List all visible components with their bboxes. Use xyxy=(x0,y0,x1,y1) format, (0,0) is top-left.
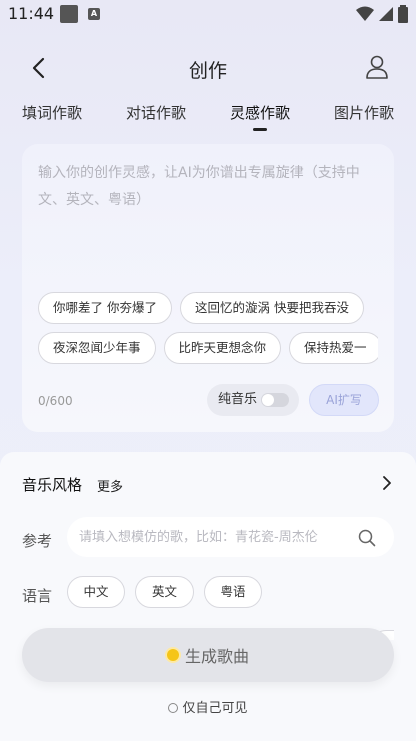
generate-song-button[interactable]: 生成歌曲 xyxy=(22,628,394,682)
tab-inspiration[interactable]: 灵感作歌 xyxy=(230,102,290,123)
status-icons xyxy=(356,5,408,23)
page-title: 创作 xyxy=(188,60,227,82)
sparkle-icon xyxy=(166,649,179,661)
tab-image[interactable]: 图片作歌 xyxy=(334,102,394,123)
private-visibility-option[interactable]: 仅自己可见 xyxy=(0,697,416,716)
tab-fill-lyrics[interactable]: 填词作歌 xyxy=(22,102,82,123)
language-label: 语言 xyxy=(22,587,53,605)
suggestion-chip[interactable]: 这回忆的漩涡 快要把我吞没 xyxy=(179,292,364,324)
creation-tabs: 填词作歌 对话作歌 灵感作歌 图片作歌 xyxy=(0,102,416,134)
header: 创作 xyxy=(0,48,416,88)
suggestion-chip[interactable]: 夜深忽闻少年事 xyxy=(38,332,156,364)
status-time: 11:44 xyxy=(8,4,55,23)
active-tab-indicator xyxy=(253,128,267,131)
private-label: 仅自己可见 xyxy=(182,701,248,716)
status-bar: 11:44 A xyxy=(0,0,416,30)
radio-icon[interactable] xyxy=(168,703,179,713)
pure-music-toggle[interactable]: 纯音乐 xyxy=(207,384,299,416)
reference-song-input[interactable] xyxy=(67,517,394,557)
tab-dialog[interactable]: 对话作歌 xyxy=(126,102,186,123)
char-counter: 0/600 xyxy=(38,394,73,408)
app-notification-icon: A xyxy=(88,8,100,20)
chevron-right-icon[interactable] xyxy=(382,476,392,490)
notification-icon xyxy=(60,5,78,23)
user-profile-icon[interactable] xyxy=(364,54,390,80)
pure-music-label: 纯音乐 xyxy=(218,392,258,407)
inspiration-card: 输入你的创作灵感，让AI为你谱出专属旋律（支持中文、英文、粤语） 你哪差了 你夯… xyxy=(22,144,394,432)
language-option-english[interactable]: 英文 xyxy=(135,576,194,608)
inspiration-input[interactable]: 输入你的创作灵感，让AI为你谱出专属旋律（支持中文、英文、粤语） xyxy=(38,160,378,214)
suggestion-chip[interactable]: 你哪差了 你夯爆了 xyxy=(38,292,172,324)
suggestion-chips-row-2: 夜深忽闻少年事 比昨天更想念你 保持热爱一 xyxy=(38,332,378,366)
toggle-switch[interactable] xyxy=(261,393,289,407)
wifi-icon xyxy=(356,6,374,21)
reference-label: 参考 xyxy=(22,532,53,550)
generate-label: 生成歌曲 xyxy=(184,647,249,666)
more-styles-link[interactable]: 更多 xyxy=(97,476,123,495)
ai-expand-button[interactable]: AI扩写 xyxy=(309,384,379,416)
language-option-cantonese[interactable]: 粤语 xyxy=(204,576,262,608)
search-icon[interactable] xyxy=(358,529,376,547)
music-style-title: 音乐风格 xyxy=(22,476,83,494)
suggestion-chip[interactable]: 保持热爱一 xyxy=(289,332,378,364)
signal-icon xyxy=(379,7,393,21)
suggestion-chips-row-1: 你哪差了 你夯爆了 这回忆的漩涡 快要把我吞没 xyxy=(38,292,378,326)
language-option-chinese[interactable]: 中文 xyxy=(67,576,125,608)
suggestion-chip[interactable]: 比昨天更想念你 xyxy=(163,332,282,364)
battery-icon xyxy=(398,5,408,23)
